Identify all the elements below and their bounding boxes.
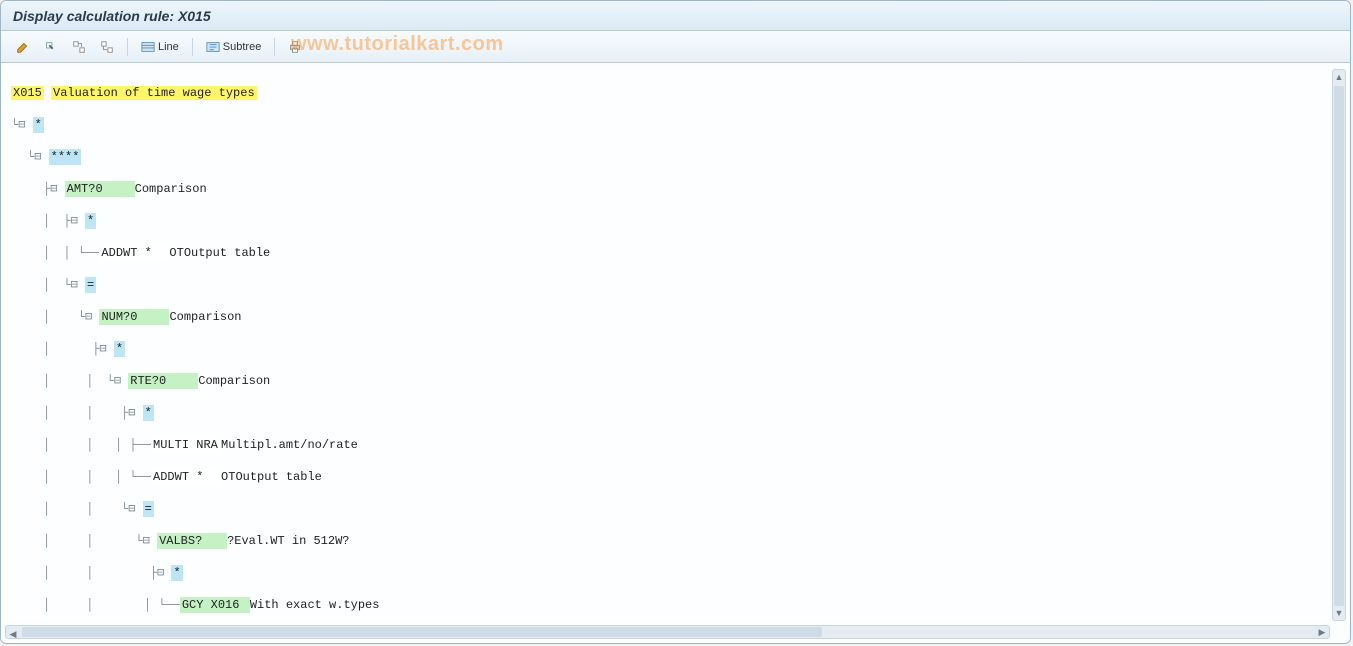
node-valbs[interactable]: VALBS? <box>157 533 227 549</box>
desc: ?Eval.WT in 512W? <box>227 533 349 549</box>
node[interactable]: = <box>85 277 96 293</box>
node-amt[interactable]: AMT?0 <box>65 181 135 197</box>
desc: Comparison <box>135 181 207 197</box>
page-title: Display calculation rule: X015 <box>13 8 211 24</box>
node[interactable]: **** <box>49 149 82 165</box>
edit-button[interactable] <box>11 36 35 58</box>
root-text[interactable]: Valuation of time wage types <box>51 86 257 100</box>
print-button[interactable] <box>283 36 307 58</box>
scroll-down-icon[interactable]: ▼ <box>1333 606 1345 620</box>
node[interactable]: * <box>85 213 96 229</box>
node[interactable]: MULTI NRA <box>151 437 221 453</box>
node[interactable]: * <box>33 117 44 133</box>
node[interactable]: ADDWT * <box>151 469 221 485</box>
scroll-right-icon[interactable]: ▶ <box>1315 626 1329 638</box>
node[interactable]: * <box>114 341 125 357</box>
scroll-left-icon[interactable]: ◀ <box>6 629 20 641</box>
pick-button[interactable] <box>39 36 63 58</box>
col2: OT <box>169 245 183 261</box>
desc: Comparison <box>198 373 270 389</box>
scroll-corner <box>1332 625 1346 639</box>
node-addwt[interactable]: ADDWT * <box>99 245 169 261</box>
app-window: Display calculation rule: X015 Line Subt… <box>0 0 1351 644</box>
scroll-up-icon[interactable]: ▲ <box>1333 70 1345 84</box>
separator <box>192 38 193 56</box>
node-num[interactable]: NUM?0 <box>99 309 169 325</box>
node[interactable]: * <box>171 565 182 581</box>
scroll-thumb[interactable] <box>22 627 822 637</box>
titlebar: Display calculation rule: X015 <box>1 1 1350 31</box>
desc: Output table <box>184 245 270 261</box>
col2: OT <box>221 469 235 485</box>
node-rte[interactable]: RTE?0 <box>128 373 198 389</box>
separator <box>127 38 128 56</box>
subtree-label: Subtree <box>223 41 262 53</box>
expand-button[interactable] <box>67 36 91 58</box>
line-label: Line <box>158 41 179 53</box>
desc: Output table <box>235 469 321 485</box>
separator <box>274 38 275 56</box>
tree: X015 Valuation of time wage types └⊟ * └… <box>5 69 1330 621</box>
collapse-button[interactable] <box>95 36 119 58</box>
desc: With exact w.types <box>250 597 380 613</box>
watermark: www.tutorialkart.com <box>291 33 504 56</box>
content-area: X015 Valuation of time wage types └⊟ * └… <box>1 63 1350 643</box>
node[interactable]: = <box>143 501 154 517</box>
toolbar: Line Subtree www.tutorialkart.com <box>1 31 1350 63</box>
node-gcy[interactable]: GCY X016 <box>180 597 250 613</box>
node[interactable]: * <box>143 405 154 421</box>
desc: Comparison <box>169 309 241 325</box>
root-code[interactable]: X015 <box>11 86 44 100</box>
horizontal-scrollbar[interactable]: ◀ ▶ <box>5 625 1330 639</box>
line-button[interactable]: Line <box>136 36 184 58</box>
subtree-button[interactable]: Subtree <box>201 36 267 58</box>
scroll-thumb[interactable] <box>1334 86 1344 606</box>
desc: Multipl.amt/no/rate <box>221 437 358 453</box>
vertical-scrollbar[interactable]: ▲ ▼ <box>1332 69 1346 621</box>
